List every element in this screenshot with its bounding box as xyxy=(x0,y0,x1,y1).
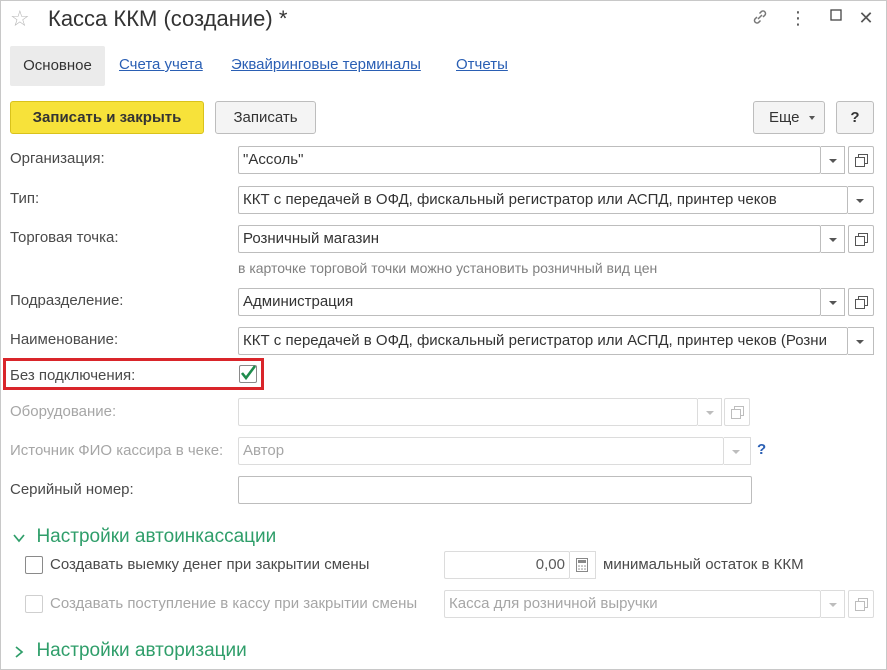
organization-dropdown-icon[interactable] xyxy=(821,146,845,174)
receipt-cash-field[interactable]: Касса для розничной выручки xyxy=(444,590,821,618)
withdraw-amount-field[interactable]: 0,00 xyxy=(444,551,570,579)
department-dropdown-icon[interactable] xyxy=(821,288,845,316)
type-field[interactable]: ККТ с передачей в ОФД, фискальный регист… xyxy=(238,186,848,214)
outlet-hint: в карточке торговой точки можно установи… xyxy=(238,260,658,276)
help-button[interactable]: ? xyxy=(836,101,874,134)
equipment-label: Оборудование: xyxy=(10,403,117,420)
equipment-field[interactable] xyxy=(238,398,698,426)
tab-accounts[interactable]: Счета учета xyxy=(119,56,203,73)
organization-open-icon[interactable] xyxy=(848,146,874,174)
name-dropdown-icon[interactable] xyxy=(848,327,874,355)
star-icon[interactable]: ☆ xyxy=(10,6,30,32)
withdraw-suffix: минимальный остаток в ККМ xyxy=(603,556,804,573)
auto-collection-section-header[interactable]: Настройки автоинкассации xyxy=(12,526,276,548)
more-label: Еще xyxy=(769,109,800,126)
tab-reports[interactable]: Отчеты xyxy=(456,56,508,73)
withdraw-label: Создавать выемку денег при закрытии смен… xyxy=(50,556,370,573)
tab-acquiring-terminals[interactable]: Эквайринговые терминалы xyxy=(231,56,421,73)
no-connection-label: Без подключения: xyxy=(10,367,136,384)
receipt-checkbox[interactable] xyxy=(25,595,43,613)
cashier-source-dropdown-icon[interactable] xyxy=(724,437,751,465)
link-icon[interactable] xyxy=(750,8,770,28)
type-dropdown-icon[interactable] xyxy=(848,186,874,214)
more-icon[interactable]: ⋮ xyxy=(788,8,808,28)
calculator-icon[interactable] xyxy=(570,551,596,579)
tab-main[interactable]: Основное xyxy=(10,46,105,86)
authorization-title: Настройки авторизации xyxy=(36,640,247,661)
no-connection-checkbox[interactable] xyxy=(239,365,257,383)
serial-field[interactable] xyxy=(238,476,752,504)
window-title: Касса ККМ (создание) * xyxy=(48,6,288,31)
dropdown-arrow-icon xyxy=(809,116,815,120)
organization-field[interactable]: "Ассоль" xyxy=(238,146,821,174)
withdraw-checkbox[interactable] xyxy=(25,556,43,574)
check-icon xyxy=(240,365,257,381)
receipt-open-icon[interactable] xyxy=(848,590,874,618)
receipt-dropdown-icon[interactable] xyxy=(821,590,845,618)
outlet-field[interactable]: Розничный магазин xyxy=(238,225,821,253)
outlet-open-icon[interactable] xyxy=(848,225,874,253)
outlet-label: Торговая точка: xyxy=(10,229,119,246)
authorization-section-header[interactable]: Настройки авторизации xyxy=(12,640,247,662)
chevron-down-icon xyxy=(12,529,30,546)
save-button[interactable]: Записать xyxy=(215,101,316,134)
department-open-icon[interactable] xyxy=(848,288,874,316)
equipment-open-icon[interactable] xyxy=(724,398,750,426)
receipt-label: Создавать поступление в кассу при закрыт… xyxy=(50,595,418,612)
maximize-icon[interactable] xyxy=(826,8,846,28)
type-label: Тип: xyxy=(10,190,40,207)
organization-label: Организация: xyxy=(10,150,105,167)
chevron-right-icon xyxy=(12,643,30,660)
outlet-dropdown-icon[interactable] xyxy=(821,225,845,253)
more-menu-button[interactable]: Еще xyxy=(753,101,825,134)
cashier-source-field[interactable]: Автор xyxy=(238,437,724,465)
auto-collection-title: Настройки автоинкассации xyxy=(36,526,277,547)
save-and-close-button[interactable]: Записать и закрыть xyxy=(10,101,204,134)
department-field[interactable]: Администрация xyxy=(238,288,821,316)
equipment-dropdown-icon[interactable] xyxy=(698,398,722,426)
close-icon[interactable]: ✕ xyxy=(856,8,876,28)
department-label: Подразделение: xyxy=(10,292,124,309)
cashier-source-help[interactable]: ? xyxy=(757,441,766,458)
name-label: Наименование: xyxy=(10,331,119,348)
serial-label: Серийный номер: xyxy=(10,481,134,498)
name-field[interactable]: ККТ с передачей в ОФД, фискальный регист… xyxy=(238,327,848,355)
cashier-source-label: Источник ФИО кассира в чеке: xyxy=(10,442,224,459)
